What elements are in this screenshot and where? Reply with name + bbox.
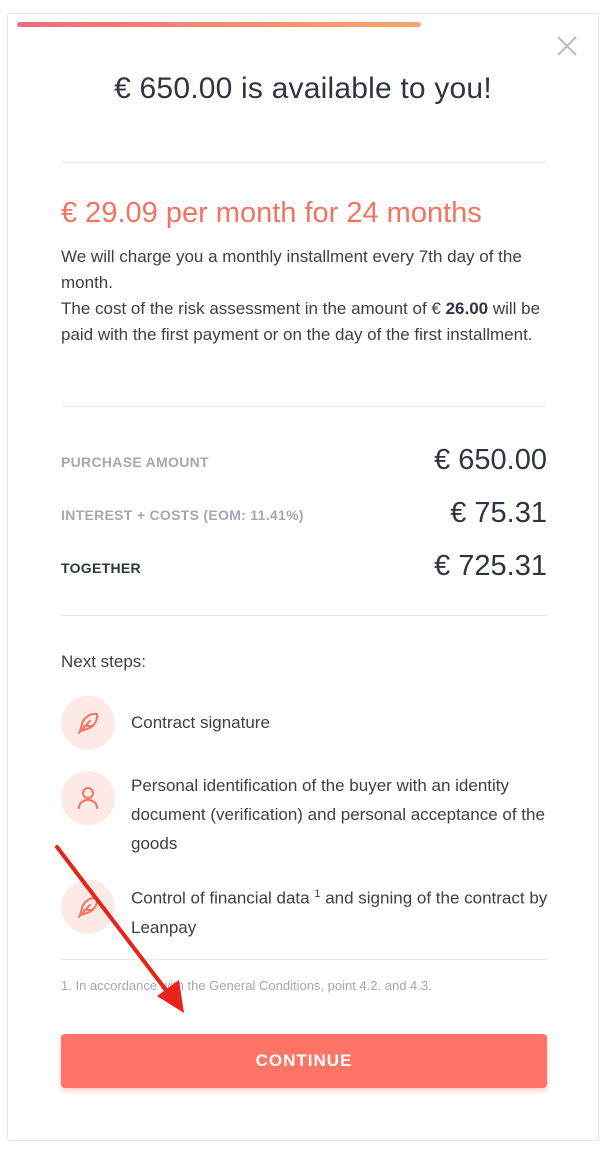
installment-description: We will charge you a monthly installment… xyxy=(61,244,551,348)
summary-amount: € 650.00 xyxy=(434,444,547,476)
summary-label: PURCHASE AMOUNT xyxy=(61,454,209,470)
divider xyxy=(61,162,547,163)
step-contract-signature: Contract signature xyxy=(131,713,270,732)
description-line-2: The cost of the risk assessment in the a… xyxy=(61,296,551,348)
divider xyxy=(61,406,547,407)
summary-label: TOGETHER xyxy=(61,560,141,576)
continue-button[interactable]: CONTINUE xyxy=(61,1034,547,1088)
monthly-installment-headline: € 29.09 per month for 24 months xyxy=(61,197,482,229)
progress-bar xyxy=(17,22,421,27)
risk-assessment-amount: 26.00 xyxy=(445,299,489,318)
person-icon xyxy=(61,771,115,825)
summary-amount: € 725.31 xyxy=(434,550,547,582)
description-line-1: We will charge you a monthly installment… xyxy=(61,247,522,292)
divider xyxy=(61,959,547,960)
page-title: € 650.00 is available to you! xyxy=(114,72,492,105)
step-financial-control: Control of financial data 1 and signing … xyxy=(131,880,551,942)
summary-row-total: TOGETHER € 725.31 xyxy=(61,550,547,590)
feather-icon xyxy=(61,696,115,750)
installment-offer-card: € 650.00 is available to you! € 29.09 pe… xyxy=(7,13,599,1141)
feather-icon xyxy=(61,880,115,934)
close-icon[interactable] xyxy=(555,34,579,58)
footnote: 1. In accordance with the General Condit… xyxy=(61,978,432,993)
next-steps-label: Next steps: xyxy=(61,652,147,671)
summary-row-purchase: PURCHASE AMOUNT € 650.00 xyxy=(61,444,547,484)
step-text: Control of financial data xyxy=(131,888,315,908)
divider xyxy=(61,615,547,616)
step-identification: Personal identification of the buyer wit… xyxy=(131,776,545,853)
summary-label: INTEREST + COSTS (EOM: 11.41%) xyxy=(61,507,304,523)
description-text: The cost of the risk assessment in the a… xyxy=(61,299,446,318)
summary-row-interest: INTEREST + COSTS (EOM: 11.41%) € 75.31 xyxy=(61,497,547,537)
summary-amount: € 75.31 xyxy=(450,497,547,529)
